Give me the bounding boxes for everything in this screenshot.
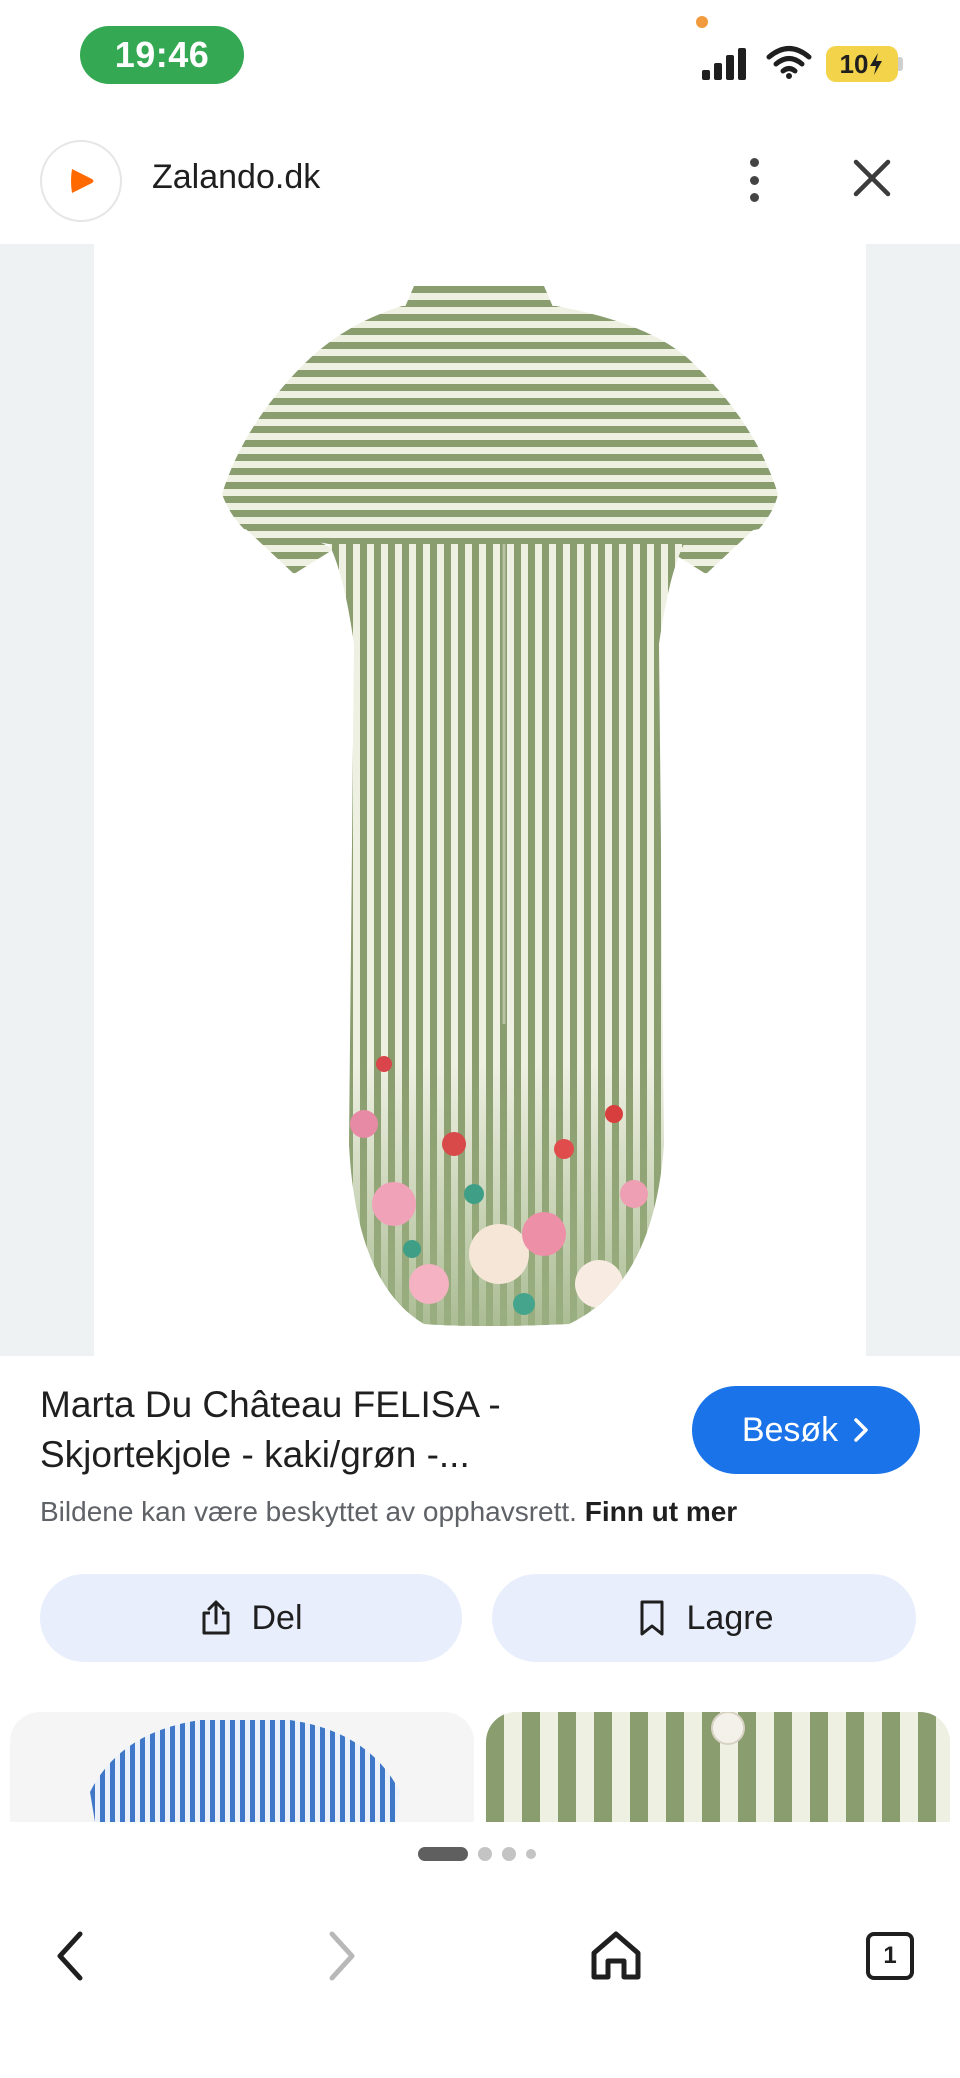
status-bar: 19:46 10 (0, 0, 960, 110)
back-icon (57, 1931, 83, 1981)
share-button[interactable]: Del (40, 1574, 462, 1662)
product-title[interactable]: Marta Du Château FELISA - Skjortekjole -… (40, 1380, 660, 1480)
carousel-dot-active (418, 1847, 468, 1861)
chevron-right-icon (854, 1418, 868, 1442)
carousel-indicator (418, 1846, 536, 1862)
close-icon[interactable] (846, 152, 898, 204)
carousel-dot (478, 1847, 492, 1861)
privacy-indicator-dot (696, 16, 708, 28)
visit-button-label: Besøk (741, 1410, 839, 1449)
browser-nav-bar: 1 (0, 1900, 960, 2020)
status-time: 19:46 (80, 26, 244, 84)
carousel-dot (502, 1847, 516, 1861)
more-vert-icon[interactable] (734, 152, 774, 208)
home-icon (591, 1931, 641, 1980)
tabs-button[interactable]: 1 (850, 1916, 930, 1996)
battery-charging-icon: 10 (826, 46, 898, 82)
zalando-logo-icon[interactable] (40, 140, 122, 222)
share-button-label: Del (251, 1598, 303, 1637)
save-button[interactable]: Lagre (492, 1574, 916, 1662)
learn-more-link[interactable]: Finn ut mer (585, 1496, 737, 1527)
tabs-icon: 1 (866, 1932, 914, 1980)
wifi-icon (766, 46, 812, 79)
related-images (0, 1712, 960, 1822)
forward-icon (329, 1931, 355, 1981)
carousel-dot (526, 1849, 536, 1859)
bolt-icon (870, 53, 883, 75)
product-image[interactable] (94, 244, 866, 1356)
related-item-blue-striped-shirt[interactable] (10, 1712, 474, 1822)
signal-icon (702, 48, 746, 80)
battery-level: 10 (839, 48, 869, 79)
copyright-text: Bildene kan være beskyttet av opphavsret… (40, 1496, 577, 1527)
share-icon (202, 1600, 230, 1635)
related-item-green-striped-closeup[interactable] (486, 1712, 950, 1822)
forward-button[interactable] (302, 1916, 382, 1996)
bookmark-icon (640, 1600, 664, 1636)
tab-count: 1 (883, 1942, 897, 1969)
dress-image (222, 286, 778, 1326)
browser-sheet-header: Zalando.dk (0, 130, 960, 240)
back-button[interactable] (30, 1916, 110, 1996)
battery-cap (898, 57, 903, 71)
copyright-notice: Bildene kan være beskyttet av opphavsret… (40, 1496, 737, 1528)
product-image-area[interactable] (0, 244, 960, 1356)
home-button[interactable] (576, 1916, 656, 1996)
save-button-label: Lagre (686, 1598, 774, 1637)
site-name[interactable]: Zalando.dk (152, 158, 320, 197)
visit-button[interactable]: Besøk (692, 1386, 920, 1474)
